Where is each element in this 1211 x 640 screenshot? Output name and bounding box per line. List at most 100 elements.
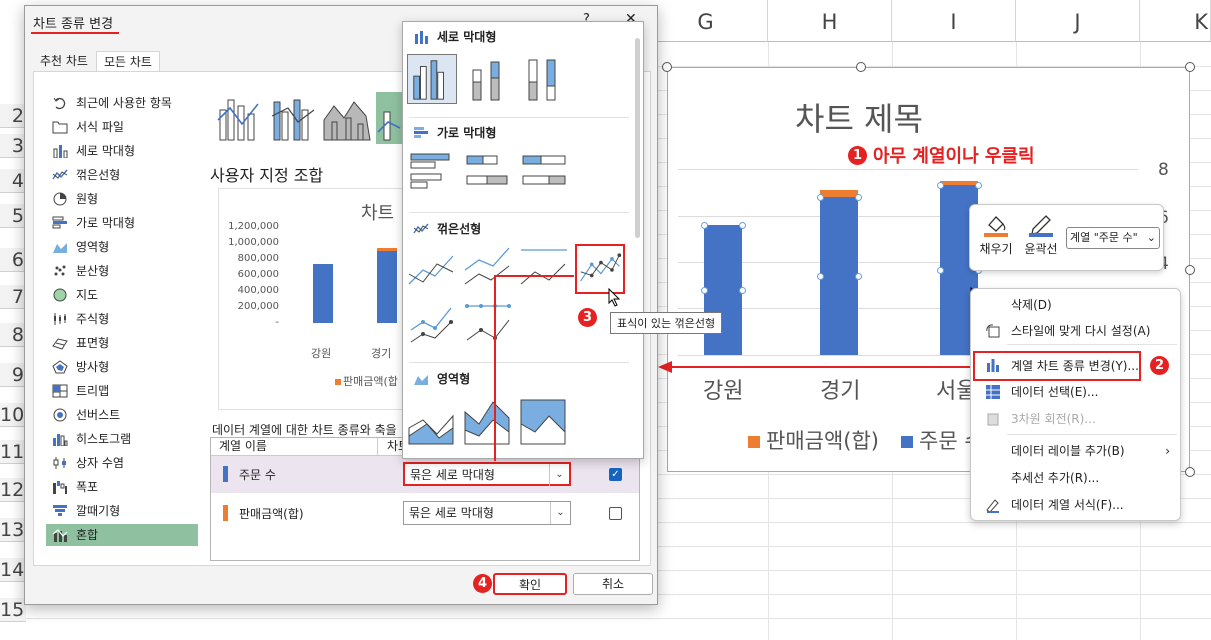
preview-tick-label: 600,000 bbox=[237, 269, 279, 280]
category-pie[interactable]: 원형 bbox=[46, 188, 198, 210]
row-header[interactable]: 14 bbox=[0, 558, 26, 582]
category-line[interactable]: 꺾은선형 bbox=[46, 164, 198, 186]
combo-thumb-2[interactable] bbox=[268, 92, 318, 144]
category-templates[interactable]: 서식 파일 bbox=[46, 116, 198, 138]
column-header-h[interactable]: H bbox=[768, 0, 892, 42]
gallery-line-with-markers[interactable] bbox=[575, 244, 625, 294]
row-header[interactable]: 8 bbox=[0, 323, 26, 347]
bar-orders[interactable] bbox=[704, 225, 742, 355]
gallery-scrollbar[interactable] bbox=[635, 38, 640, 238]
series-name: 주문 수 bbox=[239, 468, 276, 482]
chart-resize-handle[interactable] bbox=[1185, 265, 1195, 275]
chart-resize-handle[interactable] bbox=[856, 62, 866, 72]
chart-resize-handle[interactable] bbox=[662, 62, 672, 72]
secondary-axis-checkbox[interactable]: ✓ bbox=[609, 468, 622, 481]
menu-item-3d-rotation[interactable]: 3차원 회전(R)... bbox=[975, 407, 1178, 431]
bar-sales[interactable] bbox=[940, 181, 978, 185]
fill-button[interactable]: 채우기 bbox=[976, 211, 1016, 257]
preview-title: 차트 bbox=[361, 203, 395, 224]
chart-legend[interactable]: 판매금액(합) 주문 수 bbox=[748, 425, 984, 455]
category-waterfall[interactable]: 폭포 bbox=[46, 476, 198, 498]
category-surface[interactable]: 표면형 bbox=[46, 332, 198, 354]
row-header[interactable]: 6 bbox=[0, 248, 26, 272]
cancel-button[interactable]: 취소 bbox=[573, 573, 653, 595]
series-select[interactable]: 계열 "주문 수" ⌄ bbox=[1066, 227, 1160, 249]
category-histogram[interactable]: 히스토그램 bbox=[46, 428, 198, 450]
legend-item-sales[interactable]: 판매금액(합) bbox=[748, 425, 879, 455]
tab-all-charts[interactable]: 모든 차트 bbox=[96, 51, 160, 72]
ok-button[interactable]: 확인 bbox=[493, 573, 567, 595]
chart-title[interactable]: 차트 제목 bbox=[795, 94, 923, 140]
gallery-100-stacked-line-markers[interactable] bbox=[463, 300, 513, 350]
category-box-whisker[interactable]: 상자 수염 bbox=[46, 452, 198, 474]
selection-dot bbox=[701, 222, 708, 229]
gallery-100-stacked-bar[interactable] bbox=[519, 148, 569, 198]
chart-resize-handle[interactable] bbox=[1185, 467, 1195, 477]
gallery-100-stacked-line[interactable] bbox=[519, 244, 569, 294]
secondary-axis-checkbox[interactable] bbox=[609, 507, 622, 520]
gallery-100-stacked-area[interactable] bbox=[519, 398, 569, 448]
combo-thumb-3[interactable] bbox=[322, 92, 372, 144]
row-header[interactable]: 11 bbox=[0, 440, 26, 464]
row-header[interactable]: 4 bbox=[0, 169, 26, 193]
category-column[interactable]: 세로 막대형 bbox=[46, 140, 198, 162]
column-header-i[interactable]: I bbox=[892, 0, 1016, 42]
category-treemap[interactable]: 트리맵 bbox=[46, 380, 198, 402]
table-row[interactable]: 주문 수 묶은 세로 막대형 ⌄ ✓ bbox=[211, 456, 639, 493]
arrow-head-icon bbox=[658, 361, 672, 373]
category-area[interactable]: 영역형 bbox=[46, 236, 198, 258]
area-chart-icon bbox=[53, 243, 67, 253]
menu-item-format-data-series[interactable]: 데이터 계열 서식(F)... bbox=[975, 493, 1178, 517]
row-header[interactable]: 15 bbox=[0, 598, 26, 622]
column-header-k[interactable]: K bbox=[1140, 0, 1211, 42]
row-header[interactable]: 12 bbox=[0, 478, 26, 502]
selection-dot bbox=[817, 194, 824, 201]
category-funnel[interactable]: 깔때기형 bbox=[46, 500, 198, 522]
menu-item-reset-style[interactable]: 스타일에 맞게 다시 설정(A) bbox=[975, 319, 1178, 343]
row-header[interactable]: 9 bbox=[0, 363, 26, 387]
menu-item-delete[interactable]: 삭제(D) bbox=[975, 293, 1178, 317]
combo-thumb-1[interactable] bbox=[214, 92, 264, 144]
gallery-area[interactable] bbox=[407, 398, 457, 448]
bar-orders[interactable] bbox=[820, 197, 858, 355]
category-radar[interactable]: 방사형 bbox=[46, 356, 198, 378]
table-row[interactable]: 판매금액(합) 묶은 세로 막대형 ⌄ bbox=[211, 495, 639, 532]
chart-type-select[interactable]: 묶은 세로 막대형 ⌄ bbox=[403, 462, 571, 486]
menu-item-add-data-labels[interactable]: 데이터 레이블 추가(B) › bbox=[975, 439, 1178, 463]
column-header-j[interactable]: J bbox=[1016, 0, 1140, 42]
row-header[interactable]: 10 bbox=[0, 403, 26, 427]
category-bar[interactable]: 가로 막대형 bbox=[46, 212, 198, 234]
category-stock[interactable]: 주식형 bbox=[46, 308, 198, 330]
menu-item-add-trendline[interactable]: 추세선 추가(R)... bbox=[975, 466, 1178, 490]
gallery-100-stacked-column[interactable] bbox=[519, 54, 569, 104]
tab-recommended-charts[interactable]: 추천 차트 bbox=[33, 51, 95, 72]
category-recent[interactable]: 최근에 사용한 항목 bbox=[46, 92, 198, 114]
gallery-stacked-line-markers[interactable] bbox=[407, 300, 457, 350]
category-map[interactable]: 지도 bbox=[46, 284, 198, 306]
category-scatter[interactable]: 분산형 bbox=[46, 260, 198, 282]
chart-type-select[interactable]: 묶은 세로 막대형 ⌄ bbox=[403, 501, 571, 525]
category-sunburst[interactable]: 선버스트 bbox=[46, 404, 198, 426]
gallery-stacked-column[interactable] bbox=[463, 54, 513, 104]
category-combo[interactable]: 혼합 bbox=[46, 524, 198, 546]
row-header[interactable]: 2 bbox=[0, 104, 26, 128]
bar-sales[interactable] bbox=[820, 190, 858, 197]
outline-button[interactable]: 윤곽선 bbox=[1020, 211, 1062, 257]
arrow-line bbox=[670, 366, 973, 368]
gallery-stacked-area[interactable] bbox=[463, 398, 513, 448]
bar-chart-icon bbox=[52, 216, 67, 229]
chart-resize-handle[interactable] bbox=[1185, 62, 1195, 72]
menu-item-change-series-chart-type[interactable]: 계열 차트 종류 변경(Y)... bbox=[973, 351, 1141, 381]
gallery-clustered-column[interactable] bbox=[407, 54, 457, 104]
gallery-stacked-line[interactable] bbox=[463, 244, 513, 294]
menu-item-select-data[interactable]: 데이터 선택(E)... bbox=[975, 380, 1178, 404]
row-header[interactable]: 7 bbox=[0, 285, 26, 309]
row-header[interactable]: 13 bbox=[0, 518, 26, 542]
gallery-clustered-bar[interactable] bbox=[407, 148, 457, 198]
series-color-swatch bbox=[223, 466, 228, 482]
row-header[interactable]: 5 bbox=[0, 204, 26, 228]
gallery-line[interactable] bbox=[407, 244, 457, 294]
row-header[interactable]: 3 bbox=[0, 134, 26, 158]
gallery-stacked-bar[interactable] bbox=[463, 148, 513, 198]
column-header-g[interactable]: G bbox=[644, 0, 768, 42]
